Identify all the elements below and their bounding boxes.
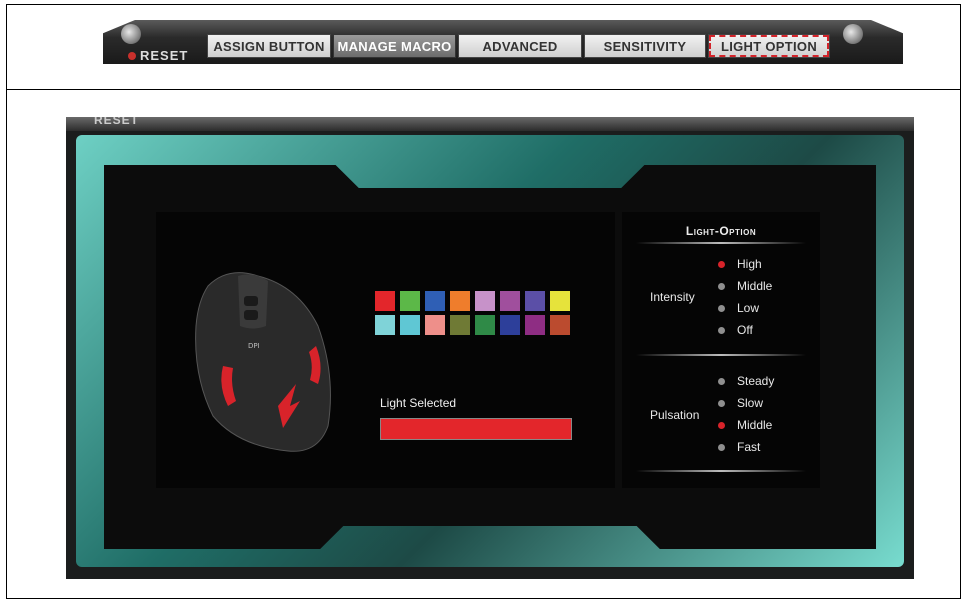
color-swatch[interactable] (450, 291, 470, 311)
tab-manage-macro[interactable]: MANAGE MACRO (333, 34, 456, 58)
radio-dot-icon (718, 282, 725, 290)
radio-label: Steady (737, 374, 775, 388)
tab-assign-button[interactable]: ASSIGN BUTTON (207, 34, 331, 58)
intensity-high-radio[interactable]: High (718, 256, 762, 272)
color-swatch[interactable] (425, 315, 445, 335)
color-swatch[interactable] (550, 291, 570, 311)
radio-label: Off (737, 323, 753, 337)
reset-label-partial: RESET (94, 117, 140, 127)
radio-label: High (737, 257, 762, 271)
radio-dot-icon (718, 443, 725, 451)
light-selected-bar (380, 418, 572, 440)
light-content-area: DPI Light Selected (156, 212, 615, 488)
radio-label: Fast (737, 440, 761, 454)
divider (636, 242, 806, 244)
intensity-off-radio[interactable]: Off (718, 322, 753, 338)
tab-light-option[interactable]: LIGHT OPTION (708, 34, 830, 58)
color-swatch[interactable] (425, 291, 445, 311)
pulsation-slow-radio[interactable]: Slow (718, 395, 763, 411)
radio-dot-icon (718, 326, 725, 334)
mouse-dpi-label: DPI (248, 342, 260, 350)
radio-label: Middle (737, 279, 773, 293)
divider (636, 354, 806, 356)
radio-label: Slow (737, 396, 764, 410)
color-swatch[interactable] (550, 315, 570, 335)
radio-label: Low (737, 301, 760, 315)
color-swatch[interactable] (500, 291, 520, 311)
color-swatch[interactable] (525, 315, 545, 335)
tab-sensitivity[interactable]: SENSITIVITY (584, 34, 706, 58)
pulsation-middle-radio[interactable]: Middle (718, 417, 772, 433)
radio-dot-icon (718, 377, 725, 385)
tab-advanced[interactable]: ADVANCED (458, 34, 582, 58)
color-swatch[interactable] (500, 315, 520, 335)
tab-strip-partial (66, 117, 914, 131)
color-swatch[interactable] (400, 291, 420, 311)
color-swatch[interactable] (525, 291, 545, 311)
bolt-icon (843, 24, 863, 44)
intensity-low-radio[interactable]: Low (718, 300, 759, 316)
reset-button[interactable]: RESET (128, 48, 188, 63)
color-swatch[interactable] (375, 291, 395, 311)
mouse-image: DPI (195, 272, 331, 452)
radio-dot-icon (718, 399, 725, 407)
light-selected-label: Light Selected (380, 396, 457, 410)
radio-label: Middle (737, 418, 773, 432)
pulsation-steady-radio[interactable]: Steady (718, 373, 774, 389)
pulsation-label: Pulsation (650, 408, 700, 422)
color-swatch[interactable] (375, 315, 395, 335)
radio-dot-icon (718, 304, 725, 312)
radio-dot-icon (718, 421, 725, 429)
pulsation-fast-radio[interactable]: Fast (718, 439, 760, 455)
intensity-middle-radio[interactable]: Middle (718, 278, 772, 294)
intensity-label: Intensity (650, 290, 695, 304)
color-swatch[interactable] (475, 291, 495, 311)
light-option-title: Light-Option (685, 224, 757, 238)
divider (636, 470, 806, 472)
light-option-settings: Light-Option Intensity High Middle Low O… (622, 212, 820, 488)
radio-dot-icon (718, 260, 725, 268)
frame-divider (6, 89, 961, 90)
color-swatch[interactable] (475, 315, 495, 335)
color-swatch[interactable] (400, 315, 420, 335)
color-swatch[interactable] (450, 315, 470, 335)
bolt-icon (121, 24, 141, 44)
